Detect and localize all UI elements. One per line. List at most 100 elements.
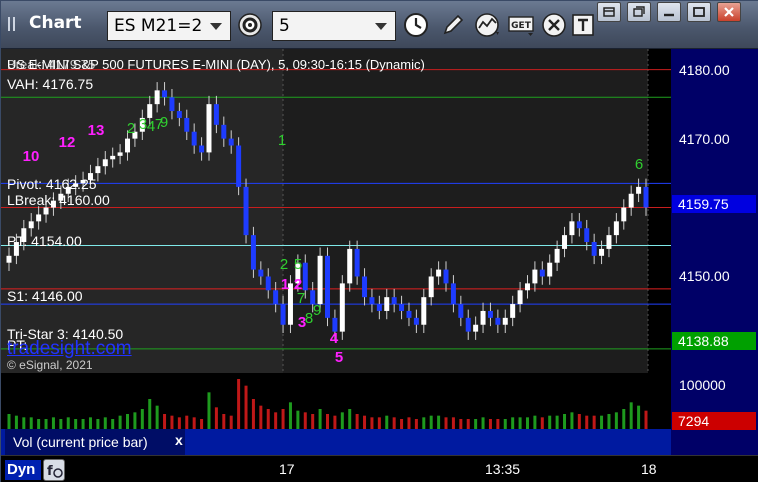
candle-body — [599, 248, 605, 256]
symbol-value: ES M21=2 — [114, 16, 203, 36]
volume-bar — [81, 419, 85, 429]
volume-bar — [326, 414, 329, 429]
volume-bar — [140, 409, 144, 429]
price-chart-canvas[interactable]: 1012131 23452 3 4 7912 578 96 — [1, 49, 671, 373]
level-label: Pivot: 4162.25 — [7, 176, 97, 193]
volume-bar — [385, 415, 389, 429]
restore-window-button[interactable] — [627, 2, 651, 22]
volume-bar — [266, 409, 270, 429]
volume-bar — [7, 414, 11, 429]
candle-body — [458, 304, 464, 318]
interval-select[interactable]: 5 — [272, 11, 396, 41]
close-window-button[interactable] — [717, 2, 741, 22]
volume-bar — [614, 412, 618, 429]
price-axis-tick: 4150.00 — [679, 268, 730, 285]
candle-body — [495, 317, 501, 325]
volume-bar — [570, 412, 574, 429]
volume-bar — [577, 414, 581, 429]
volume-study-tab[interactable]: Vol (current price bar) x — [5, 429, 185, 455]
volume-bar — [37, 419, 41, 429]
brand-link[interactable]: tradesight.com — [7, 338, 132, 360]
candle-body — [502, 317, 508, 325]
price-axis[interactable]: 4180.004170.004160.004150.004140.00 4159… — [671, 49, 758, 455]
interval-value: 5 — [279, 16, 290, 36]
candle-body — [228, 138, 234, 146]
volume-bar — [74, 419, 78, 429]
volume-bar — [259, 405, 263, 429]
link-icon — [603, 7, 615, 17]
volume-bar — [451, 417, 455, 429]
volume-bar — [518, 417, 522, 429]
text-tool-button[interactable] — [569, 10, 599, 40]
candle-body — [206, 104, 212, 153]
time-label-18: 18 — [641, 461, 657, 477]
close-circle-icon — [542, 13, 566, 37]
volume-bar — [363, 415, 367, 429]
volume-bar — [600, 415, 604, 429]
candle-body — [28, 221, 34, 229]
volume-last-badge: 7294 — [672, 412, 756, 430]
last-price-badge: 4159.75 — [672, 195, 756, 213]
draw-tool-button[interactable] — [438, 10, 468, 40]
candle-body — [154, 90, 160, 105]
get-data-button[interactable]: GET — [507, 10, 537, 40]
close-chart-button[interactable] — [539, 10, 569, 40]
candle-body — [421, 297, 427, 325]
interval-clock-button[interactable] — [401, 10, 431, 40]
candle-body — [569, 221, 575, 236]
price-axis-tick: 4170.00 — [679, 130, 730, 147]
candle-body — [221, 124, 227, 139]
count-marker-green: 2 — [127, 120, 135, 137]
symbol-select[interactable]: ES M21=2 — [107, 11, 231, 41]
price-chart[interactable]: 10 12 13 1 2 3 4 5 2 3 4 7 9 1 2 5 7 8 9 6 US E-MINI S&P 50… — [1, 49, 671, 373]
volume-bar — [96, 419, 100, 429]
volume-bar — [126, 414, 130, 429]
volume-chart-canvas[interactable] — [1, 374, 671, 429]
candle-body — [117, 152, 123, 156]
volume-bar — [311, 414, 315, 429]
format-settings-icon[interactable]: f — [43, 459, 65, 481]
minimize-window-button[interactable] — [657, 2, 681, 22]
maximize-window-button[interactable] — [687, 2, 711, 22]
symbol-settings-button[interactable] — [235, 10, 265, 40]
volume-bar — [118, 415, 122, 429]
volume-bar — [185, 415, 189, 429]
volume-bar — [414, 419, 418, 429]
chevron-down-icon — [210, 23, 222, 30]
volume-bar — [555, 415, 559, 429]
level-label: LBreak: 4160.00 — [7, 191, 110, 208]
volume-bar — [459, 419, 463, 429]
level-label: PT: 4154.00 — [7, 232, 82, 249]
volume-bar — [422, 417, 426, 429]
volume-bar — [607, 414, 611, 429]
candle-body — [576, 221, 582, 229]
time-label-17: 17 — [279, 461, 295, 477]
volume-pane[interactable] — [1, 374, 671, 429]
candle-body — [636, 186, 642, 194]
studies-button[interactable] — [473, 10, 503, 40]
text-tool-icon — [572, 14, 594, 36]
count-marker-green: 9 — [160, 114, 168, 131]
candle-body — [547, 262, 553, 277]
candle-body — [369, 297, 375, 305]
window-title: Chart — [29, 13, 82, 33]
candle-body — [243, 186, 249, 236]
volume-bar — [222, 414, 226, 429]
candle-body — [436, 269, 442, 277]
candle-body — [384, 297, 390, 311]
chart-window: Chart ES M21=2 5 GET 10 12 13 1 2 3 4 5 … — [0, 0, 758, 482]
link-window-button[interactable] — [597, 2, 621, 22]
candle-body — [169, 97, 175, 112]
volume-bar — [163, 414, 167, 429]
volume-bar — [511, 417, 515, 429]
volume-bar — [637, 405, 641, 429]
candle-body — [362, 276, 368, 298]
candle-body — [606, 235, 612, 249]
close-icon — [724, 7, 734, 17]
volume-bar — [548, 415, 552, 429]
minimize-icon — [664, 13, 674, 17]
drag-handle-icon[interactable] — [7, 17, 19, 31]
dynamic-mode-button[interactable]: Dyn — [5, 460, 41, 480]
time-axis[interactable]: Dyn f 17 13:35 18 — [1, 455, 758, 482]
close-study-icon[interactable]: x — [175, 427, 183, 453]
